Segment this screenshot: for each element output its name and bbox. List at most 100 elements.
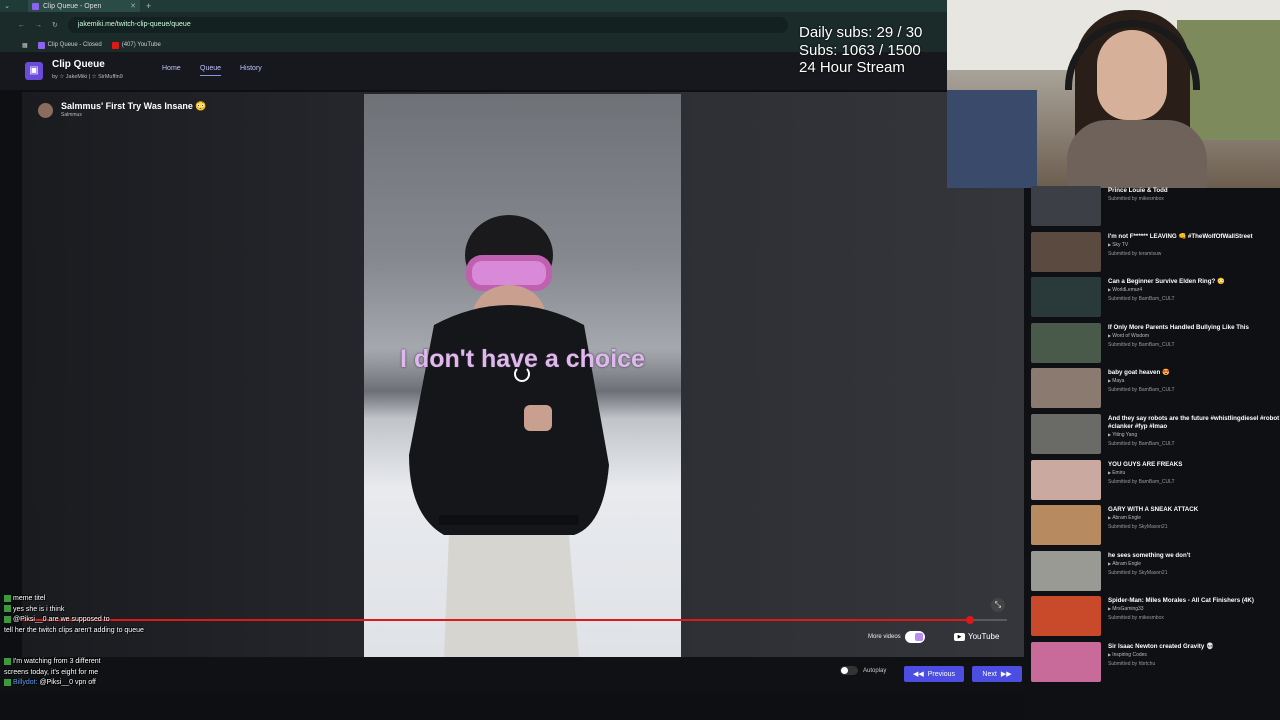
queue-item[interactable]: I'm not F****** LEAVING 👊 #TheWolfOfWall… (1031, 231, 1280, 274)
queue-item-channel: Word of Wisdom (1108, 333, 1149, 339)
browser-tab-title: Clip Queue - Open (43, 2, 102, 10)
next-button[interactable]: Next ▶▶ (972, 666, 1022, 682)
queue-item-submitter: Submitted by mikesmbox (1108, 196, 1164, 202)
apps-grid-icon[interactable]: ▦ (22, 42, 28, 49)
clip-author-avatar (38, 103, 53, 118)
youtube-link[interactable]: ▶ YouTube (954, 632, 999, 641)
queue-item-submitter: Submitted by teramisuw (1108, 250, 1162, 257)
video-skier-figure (409, 215, 609, 657)
queue-item-submitter: Submitted by BamBam_CULT (1108, 441, 1175, 447)
bookmark-clip-queue[interactable]: Clip Queue - Closed (37, 41, 102, 49)
more-videos-toggle[interactable] (904, 631, 925, 643)
queue-item[interactable]: And they say robots are the future #whis… (1031, 414, 1280, 456)
queue-item-thumbnail[interactable] (1031, 550, 1101, 591)
queue-item-channel: Inspiring Codes (1108, 652, 1147, 658)
queue-item-title: GARY WITH A SNEAK ATTACK (1108, 506, 1199, 514)
previous-label: Previous (927, 670, 955, 678)
clip-queue-logo-icon[interactable]: ▣ (25, 62, 43, 80)
queue-item-channel: Sky TV (1108, 242, 1128, 248)
stream-label: 24 Hour Stream (799, 59, 905, 76)
chat-text: screens today, it's eight for me (4, 668, 99, 676)
browser-tab[interactable]: Clip Queue - Open ✕ (28, 0, 140, 12)
app-title: Clip Queue (52, 59, 105, 70)
close-tab-icon[interactable]: ✕ (130, 2, 136, 10)
queue-item[interactable]: Can a Beginner Survive Elden Ring? 😳Worl… (1031, 277, 1280, 319)
replay-icon[interactable] (514, 366, 530, 382)
clip-queue-icon (37, 41, 45, 49)
progress-knob[interactable] (966, 616, 974, 624)
youtube-icon (111, 41, 119, 49)
chat-message: tell her the twitch clips aren't adding … (4, 626, 334, 637)
reload-icon[interactable]: ↻ (52, 21, 58, 29)
queue-item-title: Sir Isaac Newton created Gravity 💀 (1108, 643, 1214, 650)
clip-title: Salmmus' First Try Was Insane 😳 (61, 101, 207, 111)
url-field[interactable]: jakemiki.me/twitch-clip-queue/queue (67, 17, 788, 33)
webcam-shelf (947, 90, 1037, 188)
queue-item-thumbnail[interactable] (1031, 231, 1101, 272)
expand-icon[interactable]: ⤡ (991, 598, 1005, 612)
queue-item-title: baby goat heaven 😍 (1108, 369, 1170, 377)
queue-item-title: I'm not F****** LEAVING 👊 #TheWolfOfWall… (1108, 232, 1253, 240)
bookmark-label: Clip Queue - Closed (47, 42, 102, 48)
queue-item-thumbnail[interactable] (1031, 322, 1101, 363)
back-icon[interactable]: ← (18, 22, 25, 29)
queue-item-thumbnail[interactable] (1031, 459, 1101, 500)
queue-item-submitter: Submitted by mikesmbox (1108, 615, 1164, 622)
queue-item[interactable]: baby goat heaven 😍Maya Submitted by BamBa… (1031, 368, 1280, 410)
queue-item-thumbnail[interactable] (1031, 505, 1101, 546)
autoplay-control[interactable]: Autoplay (840, 666, 886, 675)
queue-item[interactable]: If Only More Parents Handled Bullying Li… (1031, 322, 1280, 365)
forward-icon[interactable]: → (35, 22, 42, 29)
rewind-icon: ◀◀ (912, 671, 924, 678)
nav-queue[interactable]: Queue (200, 65, 222, 76)
app-subtitle: by ☆ JakeMiki | ☆ SirMuffin9 (52, 74, 123, 80)
browser-tab-bar: ⌄ Clip Queue - Open ✕ + (0, 0, 948, 12)
queue-item-submitter: Submitted by BamBam_CULT (1108, 296, 1175, 303)
chat-badge-icon (4, 678, 11, 686)
queue-item-submitter: Submitted by hbrtchu (1108, 661, 1156, 667)
queue-item[interactable]: YOU GUYS ARE FREAKS Emiru Submitted by Bam… (1031, 459, 1280, 502)
queue-item-submitter: Submitted by SkyMason21 (1108, 569, 1168, 576)
webcam-streamer-body (1067, 120, 1207, 188)
chat-text: yes she is i think (13, 605, 65, 613)
clip-author: Salmmus (61, 112, 82, 118)
queue-item[interactable]: Prince Louie & Todd Submitted by mikesmbo… (1031, 186, 1280, 228)
tab-list-icon[interactable]: ⌄ (0, 2, 14, 10)
queue-item-thumbnail[interactable] (1031, 277, 1101, 318)
queue-item-channel: MrsGaming33 (1108, 606, 1143, 612)
chat-text: @Piksi__0 are we supposed to (13, 616, 110, 623)
queue-item-title: If Only More Parents Handled Bullying Li… (1108, 323, 1249, 331)
queue-item[interactable]: GARY WITH A SNEAK ATTACKAbram Engle Submi… (1031, 505, 1280, 547)
queue-item-submitter: Submitted by BamBam_CULT (1108, 478, 1175, 485)
queue-item-thumbnail[interactable] (1031, 414, 1101, 454)
autoplay-switch[interactable] (840, 666, 858, 675)
queue-item-thumbnail[interactable] (1031, 642, 1101, 682)
queue-item-thumbnail[interactable] (1031, 186, 1101, 226)
youtube-label: YouTube (968, 632, 1000, 641)
next-label: Next (982, 670, 997, 678)
queue-item-submitter: Submitted by SkyMason21 (1108, 524, 1168, 531)
previous-button[interactable]: ◀◀ Previous (904, 666, 964, 682)
more-videos[interactable]: More videos (868, 631, 925, 643)
clip-queue-favicon-icon (32, 2, 39, 10)
chat-message: screens today, it's eight for me (4, 668, 334, 679)
nav-home[interactable]: Home (162, 65, 181, 72)
nav-history[interactable]: History (240, 65, 262, 72)
queue-item-channel: WorldLemur4 (1108, 287, 1142, 293)
queue-item-channel: Maya (1108, 378, 1124, 384)
queue-item[interactable]: he sees something we don't Abram Engle Sub… (1031, 550, 1280, 593)
queue-item-title: he sees something we don't (1108, 551, 1191, 559)
chat-text: I'm watching from 3 different (13, 658, 101, 665)
chat-username: Billydot: (13, 679, 38, 686)
youtube-play-icon: ▶ (954, 632, 965, 641)
queue-item[interactable]: Sir Isaac Newton created Gravity 💀 Inspir… (1031, 642, 1280, 684)
queue-item-thumbnail[interactable] (1031, 596, 1101, 637)
bookmark-youtube[interactable]: (407) YouTube (111, 41, 161, 49)
new-tab-icon[interactable]: + (146, 1, 151, 11)
queue-item-title: Can a Beginner Survive Elden Ring? 😳 (1108, 278, 1225, 286)
queue-item-thumbnail[interactable] (1031, 368, 1101, 409)
queue-item-title: And they say robots are the future #whis… (1108, 415, 1280, 430)
chat-badge-icon (4, 605, 11, 613)
queue-item-channel: Emiru (1108, 470, 1125, 476)
queue-item[interactable]: Spider-Man: Miles Morales - All Cat Fini… (1031, 596, 1280, 638)
